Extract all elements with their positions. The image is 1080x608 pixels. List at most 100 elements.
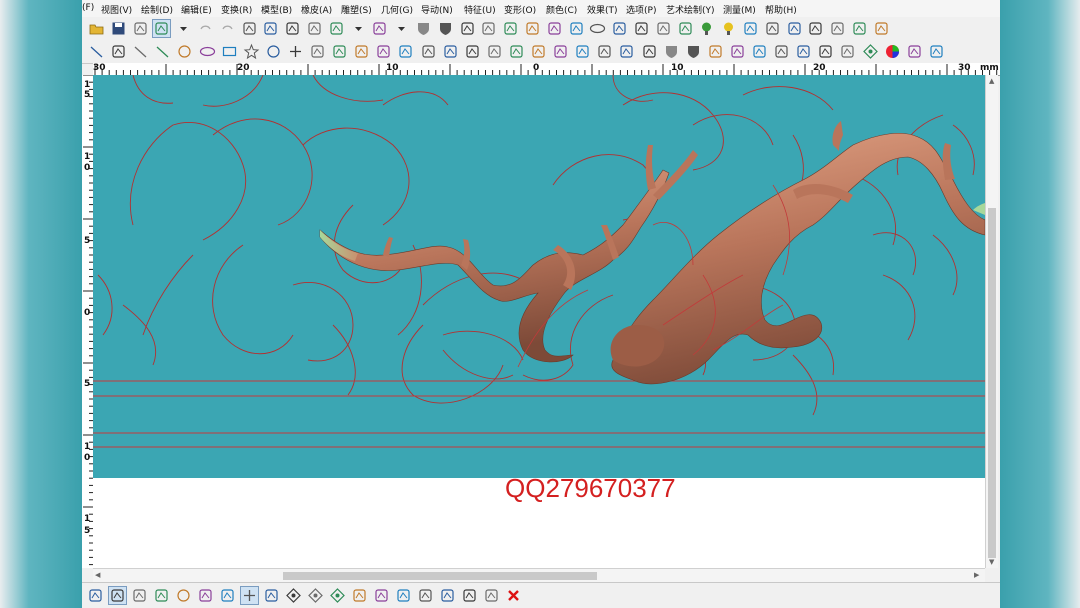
polyline-icon[interactable] xyxy=(154,43,171,60)
settings-icon[interactable] xyxy=(873,20,890,37)
chamfer-icon[interactable] xyxy=(524,20,541,37)
node-icon[interactable] xyxy=(633,20,650,37)
shield-icon[interactable] xyxy=(663,43,680,60)
small-tool-icon[interactable] xyxy=(786,20,803,37)
diamond-snap-icon[interactable] xyxy=(285,587,302,604)
line-icon[interactable] xyxy=(88,43,105,60)
step-2-icon[interactable] xyxy=(353,43,370,60)
arc-icon[interactable] xyxy=(110,43,127,60)
grid-2-icon[interactable] xyxy=(574,43,591,60)
menu-guide[interactable]: 导动(N) xyxy=(421,3,453,16)
color-balls-icon[interactable] xyxy=(742,20,759,37)
eraser-icon[interactable] xyxy=(751,43,768,60)
snap-angle-icon[interactable] xyxy=(219,587,236,604)
snap-curve-icon[interactable] xyxy=(108,586,127,605)
transform-icon[interactable] xyxy=(552,43,569,60)
menu-help[interactable]: 帮助(H) xyxy=(765,3,797,16)
scroll-up-arrow-icon[interactable]: ▲ xyxy=(989,77,994,85)
menu-deform[interactable]: 变形(O) xyxy=(504,3,536,16)
align-2-icon[interactable] xyxy=(442,43,459,60)
ellipse-tool-icon[interactable] xyxy=(589,20,606,37)
ellipse-icon[interactable] xyxy=(199,43,216,60)
shield-dark-icon[interactable] xyxy=(685,43,702,60)
circle-icon[interactable] xyxy=(265,43,282,60)
funnel-icon[interactable] xyxy=(795,43,812,60)
node-merge-icon[interactable] xyxy=(677,20,694,37)
menu-sculpt[interactable]: 雕塑(S) xyxy=(341,3,372,16)
bulb-green-icon[interactable] xyxy=(698,20,715,37)
3d-relief-viewport[interactable] xyxy=(93,75,985,478)
menu-edit[interactable]: 编辑(E) xyxy=(181,3,212,16)
fillet-icon[interactable] xyxy=(502,20,519,37)
array-2-icon[interactable] xyxy=(508,43,525,60)
color-dots-icon[interactable] xyxy=(764,20,781,37)
step-3-icon[interactable] xyxy=(375,43,392,60)
spline-icon[interactable] xyxy=(132,43,149,60)
bowl-icon[interactable] xyxy=(773,43,790,60)
snap-tangent-icon[interactable] xyxy=(153,587,170,604)
menu-measure[interactable]: 测量(M) xyxy=(723,3,756,16)
snap-circle-icon[interactable] xyxy=(175,587,192,604)
dropdown-icon[interactable] xyxy=(175,20,192,37)
color-wheel-icon[interactable] xyxy=(884,43,901,60)
menu-draw[interactable]: 绘制(D) xyxy=(141,3,173,16)
diamond-icon[interactable] xyxy=(862,43,879,60)
trim-icon[interactable] xyxy=(459,20,476,37)
relief-icon[interactable] xyxy=(817,43,834,60)
node-edit-icon[interactable] xyxy=(655,20,672,37)
step-icon[interactable] xyxy=(331,43,348,60)
recycle-icon[interactable] xyxy=(928,43,945,60)
snap-grid-icon[interactable] xyxy=(87,587,104,604)
node-box-icon[interactable] xyxy=(618,43,635,60)
menu-transform[interactable]: 变换(R) xyxy=(221,3,252,16)
menu-feature[interactable]: 特征(U) xyxy=(464,3,496,16)
mirror-icon[interactable] xyxy=(530,43,547,60)
pick-x-icon[interactable] xyxy=(417,587,434,604)
star-icon[interactable] xyxy=(243,43,260,60)
vertical-scrollbar[interactable]: ▲ ▼ xyxy=(985,75,998,568)
menu-options[interactable]: 选项(P) xyxy=(626,3,656,16)
node-box-2-icon[interactable] xyxy=(641,43,658,60)
menu-eraser[interactable]: 橡皮(A) xyxy=(301,3,332,16)
open-folder-icon[interactable] xyxy=(88,20,105,37)
layer-icon[interactable] xyxy=(351,587,368,604)
dimension-icon[interactable] xyxy=(309,43,326,60)
shield-dark-icon[interactable] xyxy=(437,20,454,37)
snap-perpendicular-icon[interactable] xyxy=(197,587,214,604)
circle-target-icon[interactable] xyxy=(176,43,193,60)
dropdown-icon[interactable] xyxy=(350,20,367,37)
scroll-right-arrow-icon[interactable]: ▶ xyxy=(974,571,979,579)
cube-view-icon[interactable] xyxy=(328,20,345,37)
horizontal-scroll-thumb[interactable] xyxy=(283,572,597,580)
pick-icon[interactable] xyxy=(395,587,412,604)
menu-geometry[interactable]: 几何(G) xyxy=(381,3,413,16)
layer-2-icon[interactable] xyxy=(373,587,390,604)
menu-file[interactable]: (F) xyxy=(82,3,94,13)
redo-icon[interactable] xyxy=(219,20,236,37)
grid-icon[interactable] xyxy=(611,20,628,37)
undo-icon[interactable] xyxy=(197,20,214,37)
keyboard-icon[interactable] xyxy=(851,20,868,37)
menu-effect[interactable]: 效果(T) xyxy=(587,3,618,16)
paste-icon[interactable] xyxy=(306,20,323,37)
copy-icon[interactable] xyxy=(284,20,301,37)
point-icon[interactable] xyxy=(287,43,304,60)
bulb-yellow-icon[interactable] xyxy=(720,20,737,37)
menu-art-draw[interactable]: 艺术绘制(Y) xyxy=(666,3,715,16)
diamond-snap-3-icon[interactable] xyxy=(329,587,346,604)
menu-model[interactable]: 模型(B) xyxy=(261,3,292,16)
diamond-snap-2-icon[interactable] xyxy=(307,587,324,604)
cut-icon[interactable] xyxy=(262,20,279,37)
book-icon[interactable] xyxy=(829,20,846,37)
save-icon[interactable] xyxy=(110,20,127,37)
array-icon[interactable] xyxy=(486,43,503,60)
small-tool-2-icon[interactable] xyxy=(807,20,824,37)
snap-intersect-icon[interactable] xyxy=(131,587,148,604)
box-view-icon[interactable] xyxy=(371,20,388,37)
delete-icon[interactable] xyxy=(241,20,258,37)
scroll-left-arrow-icon[interactable]: ◀ xyxy=(95,571,100,579)
curve-edit-icon[interactable] xyxy=(568,20,585,37)
extend-icon[interactable] xyxy=(480,20,497,37)
spiral-icon[interactable] xyxy=(397,43,414,60)
snap-on-icon[interactable] xyxy=(263,587,280,604)
